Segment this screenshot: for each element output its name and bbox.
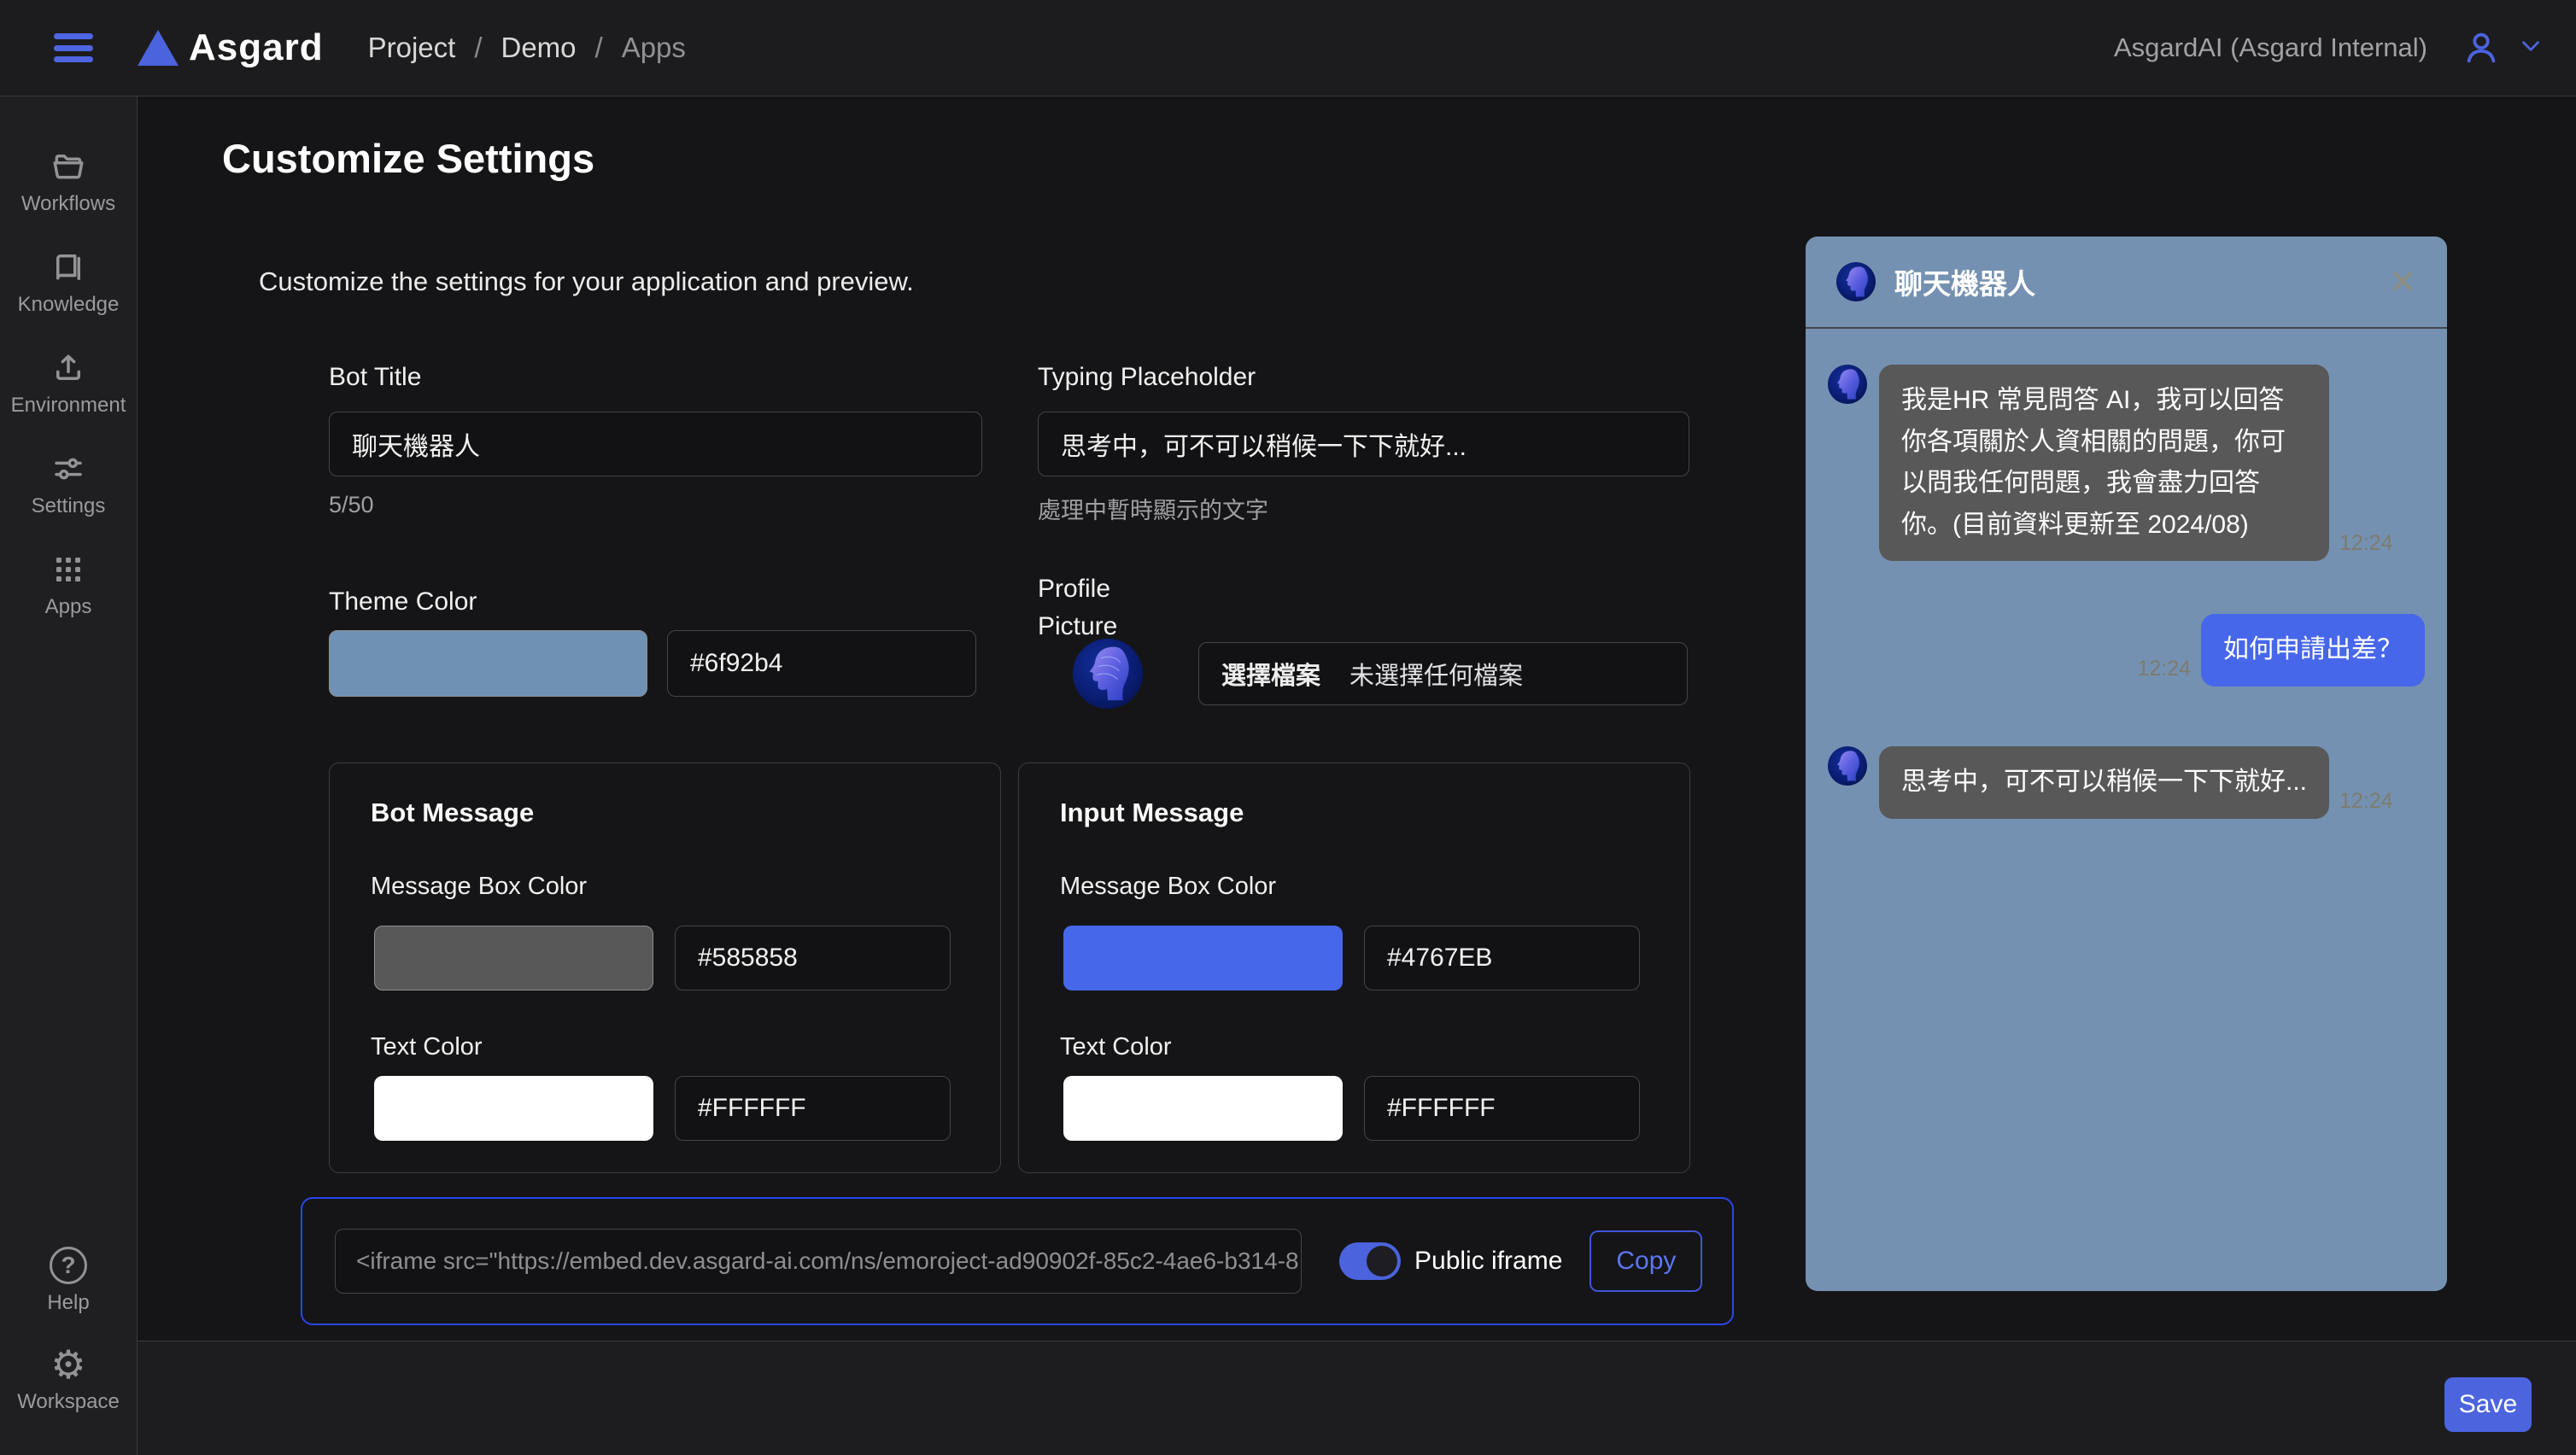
theme-color-hex-input[interactable]: #6f92b4 bbox=[667, 630, 976, 697]
bot-msg-text-color-hex[interactable]: #FFFFFF bbox=[675, 1076, 951, 1141]
bot-msg-box-color-label: Message Box Color bbox=[371, 873, 587, 901]
chat-body: 我是HR 常見問答 AI，我可以回答你各項關於人資相關的問題，你可以問我任何問題… bbox=[1806, 329, 2447, 1291]
sidebar-item-knowledge[interactable]: Knowledge bbox=[0, 248, 137, 317]
sidebar-item-workspace[interactable]: ⚙ Workspace bbox=[0, 1346, 137, 1414]
sidebar-item-label: Help bbox=[47, 1291, 89, 1315]
sidebar-item-label: Workflows bbox=[21, 192, 115, 216]
bot-message-bubble: 我是HR 常見問答 AI，我可以回答你各項關於人資相關的問題，你可以問我任何問題… bbox=[1879, 365, 2329, 561]
bot-title-counter: 5/50 bbox=[329, 492, 374, 518]
chat-message-bot: 我是HR 常見問答 AI，我可以回答你各項關於人資相關的問題，你可以問我任何問題… bbox=[1828, 365, 2425, 561]
chevron-down-icon[interactable] bbox=[2516, 32, 2545, 65]
input-message-title: Input Message bbox=[1060, 798, 1244, 828]
sidebar-item-label: Apps bbox=[45, 595, 92, 619]
message-timestamp: 12:24 bbox=[2339, 531, 2393, 556]
profile-picture-avatar bbox=[1073, 639, 1143, 709]
public-iframe-label: Public iframe bbox=[1414, 1247, 1562, 1276]
sidebar-item-help[interactable]: ? Help bbox=[0, 1247, 137, 1315]
embed-container: <iframe src="https://embed.dev.asgard-ai… bbox=[301, 1197, 1734, 1325]
theme-color-label: Theme Color bbox=[329, 587, 477, 616]
sidebar-item-apps[interactable]: Apps bbox=[0, 551, 137, 619]
book-icon bbox=[50, 248, 87, 286]
chat-header: 聊天機器人 ✕ bbox=[1806, 237, 2447, 329]
message-timestamp: 12:24 bbox=[2137, 657, 2191, 681]
bot-msg-text-color-swatch[interactable] bbox=[374, 1076, 653, 1141]
typing-placeholder-label: Typing Placeholder bbox=[1038, 363, 1256, 392]
sidebar-item-settings[interactable]: Settings bbox=[0, 450, 137, 518]
close-icon[interactable]: ✕ bbox=[2389, 263, 2416, 301]
typing-placeholder-helper: 處理中暫時顯示的文字 bbox=[1038, 492, 1268, 525]
breadcrumb-separator: / bbox=[474, 32, 482, 64]
page-title: Customize Settings bbox=[222, 135, 594, 182]
user-message-bubble: 如何申請出差？ bbox=[2201, 614, 2425, 687]
bot-message-bubble: 思考中，可不可以稍候一下下就好... bbox=[1879, 746, 2329, 819]
account-name: AsgardAI (Asgard Internal) bbox=[2114, 32, 2427, 63]
gear-icon: ⚙ bbox=[50, 1346, 87, 1383]
sidebar-item-label: Workspace bbox=[17, 1390, 120, 1414]
navbar: Asgard Project / Demo / Apps AsgardAI (A… bbox=[0, 0, 2576, 96]
breadcrumb: Project / Demo / Apps bbox=[368, 32, 686, 64]
brand-name: Asgard bbox=[189, 26, 324, 69]
sidebar-item-environment[interactable]: Environment bbox=[0, 349, 137, 418]
sliders-icon bbox=[50, 450, 87, 488]
theme-color-swatch[interactable] bbox=[329, 630, 647, 697]
bot-title-input[interactable] bbox=[329, 412, 982, 476]
input-msg-text-color-label: Text Color bbox=[1060, 1033, 1172, 1061]
sidebar-item-label: Environment bbox=[11, 394, 126, 418]
sidebar-item-workflows[interactable]: Workflows bbox=[0, 148, 137, 216]
public-iframe-toggle[interactable] bbox=[1339, 1242, 1401, 1280]
chat-bot-avatar bbox=[1836, 262, 1876, 301]
toggle-knob bbox=[1367, 1246, 1397, 1277]
input-message-panel: Input Message Message Box Color #4767EB … bbox=[1018, 763, 1690, 1173]
app-screen: Asgard Project / Demo / Apps AsgardAI (A… bbox=[0, 0, 2576, 1455]
grid-icon bbox=[50, 551, 87, 588]
profile-picture-label: Profile Picture bbox=[1038, 570, 1117, 645]
sidebar-item-label: Knowledge bbox=[18, 293, 120, 317]
footer: Save bbox=[138, 1341, 2576, 1455]
bot-message-title: Bot Message bbox=[371, 798, 534, 828]
sidebar: Workflows Knowledge Envi bbox=[0, 96, 138, 1455]
profile-picture-file-input[interactable]: 選擇檔案 未選擇任何檔案 bbox=[1198, 642, 1688, 705]
breadcrumb-demo[interactable]: Demo bbox=[501, 32, 576, 64]
help-icon: ? bbox=[50, 1247, 87, 1284]
file-status: 未選擇任何檔案 bbox=[1349, 656, 1523, 692]
input-msg-box-color-swatch[interactable] bbox=[1063, 926, 1343, 990]
message-timestamp: 12:24 bbox=[2339, 789, 2393, 814]
choose-file-button[interactable]: 選擇檔案 bbox=[1221, 656, 1320, 692]
user-icon[interactable] bbox=[2462, 28, 2501, 67]
copy-button[interactable]: Copy bbox=[1590, 1230, 1702, 1292]
input-msg-text-color-hex[interactable]: #FFFFFF bbox=[1364, 1076, 1640, 1141]
input-msg-text-color-swatch[interactable] bbox=[1063, 1076, 1343, 1141]
breadcrumb-apps: Apps bbox=[622, 32, 686, 64]
breadcrumb-project[interactable]: Project bbox=[368, 32, 456, 64]
page-subtitle: Customize the settings for your applicat… bbox=[259, 266, 914, 297]
embed-code-input[interactable]: <iframe src="https://embed.dev.asgard-ai… bbox=[335, 1229, 1302, 1294]
chat-bot-avatar bbox=[1828, 365, 1867, 404]
chat-message-bot: 思考中，可不可以稍候一下下就好... 12:24 bbox=[1828, 746, 2425, 819]
bot-msg-box-color-swatch[interactable] bbox=[374, 926, 653, 990]
typing-placeholder-input[interactable] bbox=[1038, 412, 1689, 476]
sidebar-item-label: Settings bbox=[32, 494, 106, 518]
bot-message-panel: Bot Message Message Box Color #585858 Te… bbox=[329, 763, 1001, 1173]
save-button[interactable]: Save bbox=[2444, 1377, 2532, 1432]
asgard-logo-icon bbox=[138, 30, 179, 66]
bot-title-label: Bot Title bbox=[329, 363, 421, 392]
chat-bot-avatar bbox=[1828, 746, 1867, 786]
chat-preview-panel: 聊天機器人 ✕ 我是HR 常見問答 AI，我可以回答你各項關於人資相關的問題，你… bbox=[1806, 237, 2447, 1291]
hamburger-menu-icon[interactable] bbox=[54, 33, 93, 62]
input-msg-box-color-label: Message Box Color bbox=[1060, 873, 1276, 901]
bot-msg-box-color-hex[interactable]: #585858 bbox=[675, 926, 951, 990]
chat-title: 聊天機器人 bbox=[1894, 261, 2035, 302]
chat-message-user: 12:24 如何申請出差？ bbox=[1828, 614, 2425, 687]
bot-msg-text-color-label: Text Color bbox=[371, 1033, 483, 1061]
upload-icon bbox=[50, 349, 87, 387]
input-msg-box-color-hex[interactable]: #4767EB bbox=[1364, 926, 1640, 990]
breadcrumb-separator: / bbox=[595, 32, 603, 64]
folder-icon bbox=[50, 148, 87, 185]
